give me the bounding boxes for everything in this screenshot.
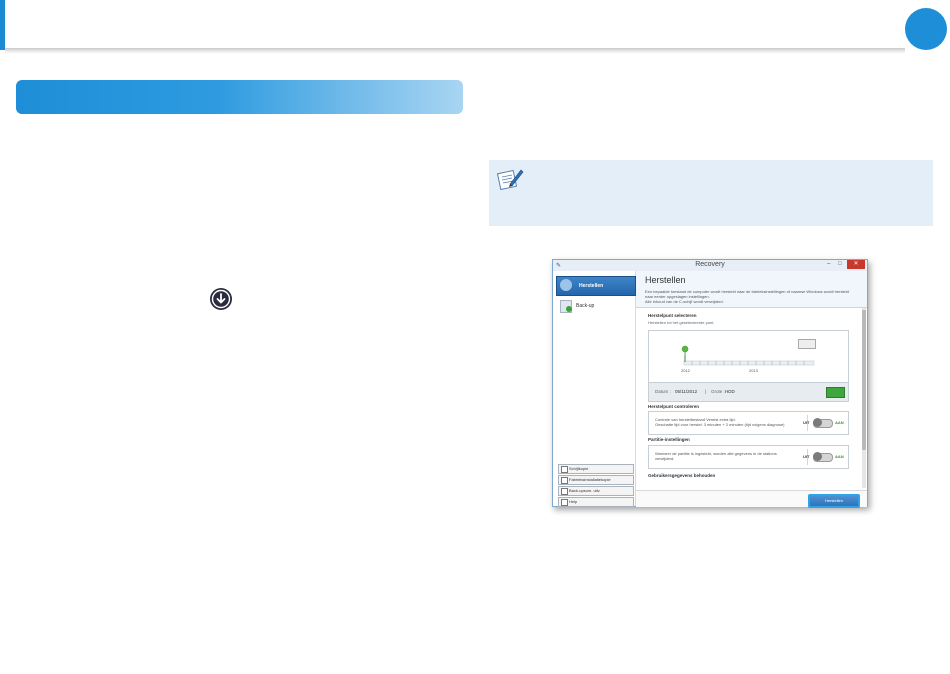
window-title: Recovery	[695, 261, 725, 268]
timeline-year-2012: 2012	[681, 368, 690, 373]
sidebar-button-schijfkopie[interactable]: Schijfkopie	[558, 464, 634, 474]
minimize-button[interactable]: –	[827, 261, 830, 267]
restore-size: HDD	[725, 389, 735, 394]
backup-run-icon	[561, 488, 568, 495]
restore-point-timeline[interactable]: 2012 2013 Datum : 05/11/2012 | Grote : H…	[648, 330, 849, 402]
sidebar-button-help[interactable]: Help	[558, 497, 634, 507]
header-divider	[5, 48, 905, 54]
page-number-circle	[905, 8, 947, 50]
sidebar-button-fabrieksinstallatiekopie[interactable]: Fabrieksinstallatiekopie	[558, 475, 634, 485]
main-footer: Herstellen	[636, 490, 867, 508]
partition-heading: Partitie-instellingen	[648, 437, 690, 442]
arrow-down-circle-icon	[210, 288, 232, 310]
main-header: Herstellen Een bepaalde toestand de comp…	[636, 271, 867, 308]
restore-date: 05/11/2012	[675, 389, 698, 394]
restore-button[interactable]: Herstellen	[808, 494, 860, 508]
restore-icon	[560, 279, 572, 291]
recovery-main: Herstellen Een bepaalde toestand de comp…	[636, 271, 867, 508]
main-scrollbar[interactable]	[862, 308, 866, 488]
restore-point-details: Datum : 05/11/2012 | Grote : HDD	[649, 382, 848, 401]
user-data-heading: Gebruikersgegevens behouden	[648, 473, 716, 478]
sidebar-button-backup-uitvoeren[interactable]: Back-upsom. uitv.	[558, 486, 634, 496]
disk-image-icon	[561, 466, 568, 473]
partition-option: Wanneer de partitie is ingesteld, worden…	[648, 445, 849, 469]
window-titlebar: ✎ Recovery – □ ✕	[553, 260, 867, 271]
pencil-note-icon	[497, 169, 524, 191]
backup-badge-icon	[566, 306, 572, 312]
sidebar-item-herstellen[interactable]: Herstellen	[556, 276, 636, 296]
page-accent-edge	[0, 0, 5, 50]
timeline-ruler[interactable]	[649, 331, 848, 381]
factory-image-icon	[561, 477, 568, 484]
check-option: Controle van herstelbestand Vereist extr…	[648, 411, 849, 435]
timeline-year-2013: 2013	[749, 368, 758, 373]
check-heading: Herstelpunt controleren	[648, 404, 700, 409]
restore-point-info-button[interactable]	[826, 387, 845, 398]
section-title-bar	[16, 80, 463, 114]
recovery-sidebar: Herstellen Back-up Schijfkopie Fabrieksi…	[553, 271, 636, 507]
sidebar-item-backup[interactable]: Back-up	[556, 298, 634, 314]
restore-point-subtext: Herstellen tot het geselecteerde punt.	[648, 320, 715, 325]
note-box	[489, 160, 933, 226]
check-toggle-knob[interactable]	[813, 418, 822, 427]
close-button[interactable]: ✕	[847, 260, 865, 269]
restore-point-heading: Herstelpunt selecteren	[648, 313, 697, 318]
maximize-button[interactable]: □	[838, 261, 842, 267]
recovery-window: ✎ Recovery – □ ✕ Herstellen Back-up Schi…	[552, 259, 868, 508]
main-heading: Herstellen	[645, 275, 686, 285]
main-description-line3: Alle inhoud van de C-schijf wordt verwij…	[645, 299, 724, 304]
help-icon	[561, 499, 568, 506]
scrollbar-thumb[interactable]	[862, 310, 866, 450]
partition-toggle-knob[interactable]	[813, 452, 822, 461]
